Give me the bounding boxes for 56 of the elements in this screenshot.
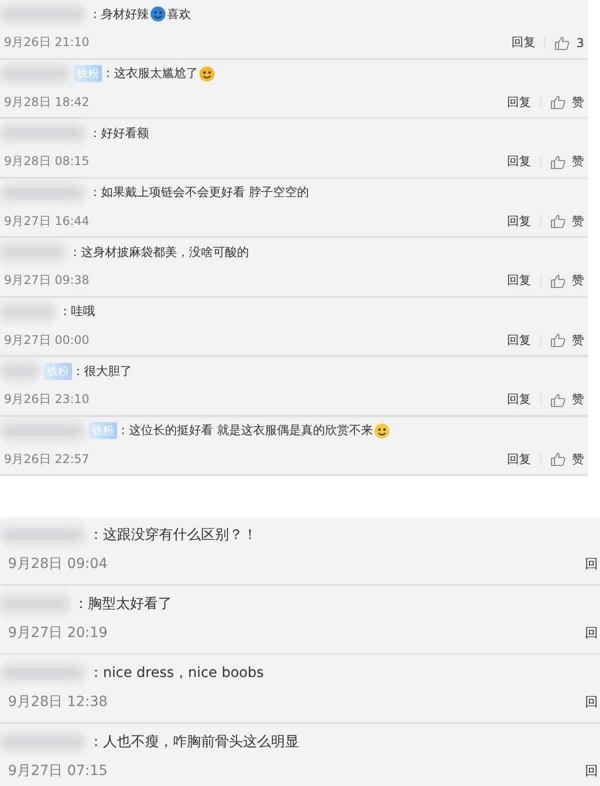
thumbs-up-icon[interactable] [550, 451, 566, 467]
reply-link[interactable]: 回 [585, 762, 598, 780]
comment-text: ：人也不瘦，咋胸前骨头这么明显 [89, 733, 299, 751]
reply-link[interactable]: 回复 [511, 34, 536, 51]
comment-text: ：胸型太好看了 [74, 595, 172, 613]
like-count[interactable]: 3 [576, 36, 584, 50]
comment-time: 9月26日 21:10 [4, 34, 90, 51]
like-count[interactable]: 赞 [572, 153, 584, 170]
reply-link[interactable]: 回复 [507, 212, 531, 230]
comment-text: ：这身材披麻袋都美，没啥可酸的 [69, 244, 249, 260]
comment-time: 9月27日 07:15 [8, 762, 108, 780]
reply-link[interactable]: 回复 [507, 450, 531, 468]
like-count[interactable]: 赞 [572, 391, 584, 408]
comment-text: ：很大胆了 [72, 362, 132, 380]
reply-link[interactable]: 回复 [507, 153, 531, 170]
like-count[interactable]: 赞 [572, 332, 584, 348]
thumbs-up-icon[interactable] [550, 392, 566, 408]
reply-link[interactable]: 回复 [507, 272, 531, 289]
fan-badge: 铁粉 [89, 422, 117, 439]
comment-text: ：这衣服太尴尬了 [102, 65, 198, 82]
comment-text: ：这跟没穿有什么区别？！ [89, 526, 257, 544]
comment-time: 9月26日 23:10 [4, 391, 90, 408]
thumbs-up-icon[interactable] [550, 213, 566, 229]
comment-text: ：如果戴上项链会不会更好看 脖子空空的 [89, 184, 309, 201]
comment-text: ：哇哦 [59, 303, 95, 320]
fan-badge: 铁粉 [44, 362, 72, 380]
comment-time: 9月27日 09:38 [4, 272, 90, 289]
reply-link[interactable]: 回复 [507, 332, 531, 348]
like-count[interactable]: 赞 [572, 94, 584, 110]
comment-text: ：这位长的挺好看 就是这衣服偶是真的欣赏不来 [117, 422, 373, 439]
comment-time: 9月28日 08:15 [4, 153, 90, 170]
comment-text: 喜欢 [167, 6, 191, 22]
like-count[interactable]: 赞 [572, 450, 584, 468]
comment-time: 9月28日 09:04 [8, 555, 108, 573]
comment-time: 9月28日 12:38 [8, 693, 108, 711]
comment-text: ：nice dress，nice boobs [89, 664, 264, 682]
fan-badge: 铁粉 [74, 65, 102, 82]
thumbs-up-icon[interactable] [550, 154, 566, 170]
like-count[interactable]: 赞 [572, 212, 584, 230]
thumbs-up-icon[interactable] [554, 34, 570, 50]
comment-time: 9月27日 16:44 [4, 212, 90, 230]
comment-text: ：身材好辣 [89, 6, 149, 22]
reply-link[interactable]: 回复 [507, 94, 531, 110]
thumbs-up-icon[interactable] [550, 94, 566, 110]
comment-time: 9月26日 22:57 [4, 450, 90, 468]
comment-time: 9月27日 20:19 [8, 624, 108, 642]
like-count[interactable]: 赞 [572, 272, 584, 289]
reply-link[interactable]: 回 [585, 555, 598, 573]
comment-time: 9月27日 00:00 [4, 332, 90, 348]
comment-text: ：好好看额 [89, 124, 149, 142]
reply-link[interactable]: 回 [585, 624, 598, 642]
reply-link[interactable]: 回 [585, 693, 598, 711]
thumbs-up-icon[interactable] [550, 332, 566, 348]
thumbs-up-icon[interactable] [550, 272, 566, 288]
comment-time: 9月28日 18:42 [4, 94, 90, 110]
reply-link[interactable]: 回复 [507, 391, 531, 408]
